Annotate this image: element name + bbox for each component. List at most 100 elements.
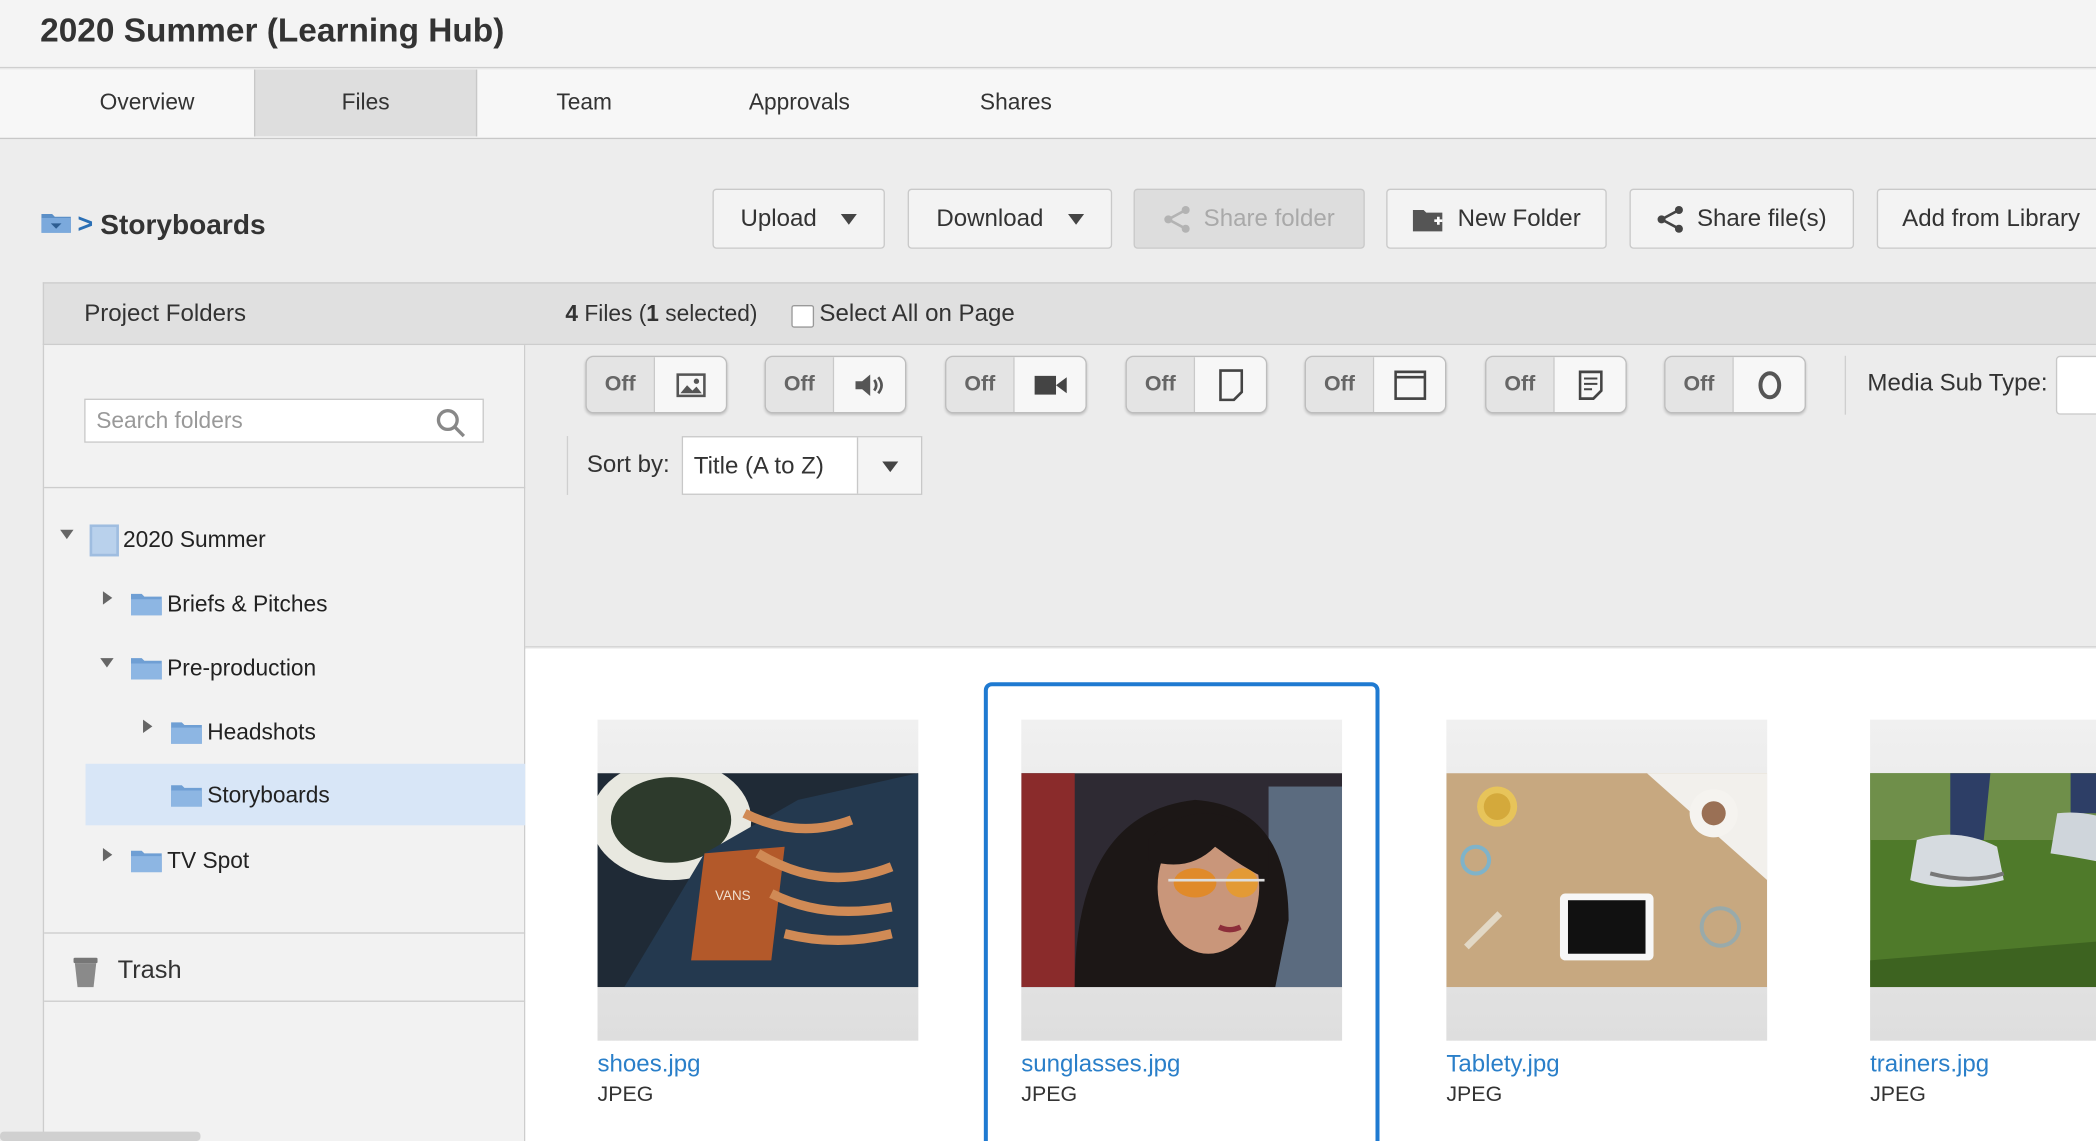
expand-down-icon[interactable] bbox=[60, 529, 74, 540]
share-files-button[interactable]: Share file(s) bbox=[1629, 188, 1855, 249]
share-folder-button[interactable]: Share folder bbox=[1133, 188, 1365, 249]
audio-filter-toggle[interactable]: Off bbox=[764, 355, 907, 414]
trash-icon[interactable] bbox=[73, 956, 98, 988]
select-all-checkbox[interactable] bbox=[791, 304, 815, 328]
video-filter-toggle[interactable]: Off bbox=[945, 355, 1087, 414]
tree-label: Pre-production bbox=[167, 655, 317, 681]
panel-header: Project Folders 4 Files (1 selected) Sel… bbox=[42, 282, 2096, 346]
file-thumbnail[interactable] bbox=[1021, 719, 1343, 1041]
folder-icon bbox=[130, 658, 162, 680]
toggle-state: Off bbox=[1486, 357, 1554, 412]
tab-shares[interactable]: Shares bbox=[908, 70, 1125, 137]
sort-dropdown-button[interactable] bbox=[856, 437, 922, 494]
chevron-down-icon bbox=[1067, 213, 1084, 225]
document-icon bbox=[1218, 368, 1243, 401]
file-grid: VANS shoes.jpg JPEG sunglasses.jpg JPEG … bbox=[525, 648, 2096, 1141]
divider bbox=[44, 932, 526, 934]
file-type: JPEG bbox=[597, 1083, 654, 1107]
portrait-photo bbox=[1021, 773, 1343, 988]
upload-button[interactable]: Upload bbox=[712, 188, 885, 249]
other-filter-toggle[interactable]: Off bbox=[1664, 355, 1806, 414]
download-label: Download bbox=[936, 204, 1044, 232]
file-thumbnail[interactable] bbox=[1870, 719, 2096, 1041]
tree-item-pre-production[interactable]: Pre-production bbox=[44, 637, 525, 699]
selected-count: 1 bbox=[646, 300, 659, 327]
new-folder-icon bbox=[1413, 209, 1443, 231]
share-icon bbox=[1164, 205, 1191, 233]
trainers-photo bbox=[1870, 773, 2096, 988]
search-input[interactable] bbox=[96, 405, 418, 438]
tree-label: Storyboards bbox=[207, 782, 330, 808]
svg-text:VANS: VANS bbox=[715, 888, 750, 903]
folder-sidebar: 2020 Summer Briefs & Pitches Pre-product… bbox=[42, 345, 526, 1141]
file-thumbnail[interactable] bbox=[1446, 719, 1768, 1041]
tree-label: 2020 Summer bbox=[122, 527, 266, 553]
sort-value: Title (A to Z) bbox=[693, 452, 824, 479]
search-icon[interactable] bbox=[434, 407, 466, 439]
tab-team[interactable]: Team bbox=[477, 70, 691, 137]
download-button[interactable]: Download bbox=[907, 188, 1113, 249]
desk-photo bbox=[1446, 773, 1768, 988]
folder-icon[interactable] bbox=[40, 210, 72, 234]
file-card[interactable]: VANS shoes.jpg JPEG bbox=[597, 682, 994, 1141]
tab-files[interactable]: Files bbox=[253, 69, 478, 137]
breadcrumb-separator: > bbox=[77, 210, 94, 240]
image-filter-toggle[interactable]: Off bbox=[585, 355, 728, 414]
app-title: 2020 Summer (Learning Hub) bbox=[40, 12, 505, 50]
share-files-label: Share file(s) bbox=[1696, 204, 1827, 232]
share-folder-label: Share folder bbox=[1203, 204, 1335, 232]
file-name-link[interactable]: Tablety.jpg bbox=[1446, 1050, 1559, 1078]
file-name-link[interactable]: shoes.jpg bbox=[598, 1050, 701, 1078]
file-name-link[interactable]: trainers.jpg bbox=[1870, 1050, 1989, 1078]
image-icon bbox=[675, 372, 706, 397]
tree-item-headshots[interactable]: Headshots bbox=[44, 701, 525, 763]
document-filter-toggle[interactable]: Off bbox=[1125, 355, 1268, 414]
search-folders-field[interactable] bbox=[84, 398, 484, 443]
file-name-link[interactable]: sunglasses.jpg bbox=[1021, 1050, 1180, 1078]
files-word: Files ( bbox=[578, 300, 647, 327]
expand-right-icon[interactable] bbox=[102, 591, 113, 605]
tab-bar: Overview Files Team Approvals Shares bbox=[0, 69, 2096, 140]
sort-by-label: Sort by: bbox=[586, 450, 670, 478]
toggle-state: Off bbox=[1665, 357, 1733, 412]
tree-item-2020-summer[interactable]: 2020 Summer bbox=[44, 508, 525, 570]
file-type: JPEG bbox=[1446, 1083, 1503, 1107]
sort-select[interactable]: Title (A to Z) bbox=[681, 436, 923, 495]
tree-item-briefs-pitches[interactable]: Briefs & Pitches bbox=[44, 573, 525, 635]
tree-item-storyboards[interactable]: Storyboards bbox=[85, 763, 526, 826]
breadcrumb-current: Storyboards bbox=[100, 210, 266, 241]
tree-label: Headshots bbox=[207, 719, 316, 746]
upload-label: Upload bbox=[740, 204, 817, 232]
text-document-icon bbox=[1578, 369, 1603, 400]
chevron-down-icon bbox=[840, 213, 857, 225]
expand-down-icon[interactable] bbox=[100, 658, 114, 668]
new-folder-button[interactable]: New Folder bbox=[1386, 188, 1607, 249]
window-filter-toggle[interactable]: Off bbox=[1304, 355, 1447, 414]
toggle-state: Off bbox=[765, 357, 833, 412]
file-card[interactable]: Tablety.jpg JPEG bbox=[1446, 682, 1842, 1141]
folder-icon bbox=[171, 785, 202, 807]
project-folders-title: Project Folders bbox=[84, 299, 247, 327]
media-sub-type-select[interactable] bbox=[2055, 355, 2096, 415]
trash-label[interactable]: Trash bbox=[118, 956, 182, 985]
toggle-state: Off bbox=[586, 357, 654, 412]
expand-right-icon[interactable] bbox=[143, 719, 153, 734]
select-all-label[interactable]: Select All on Page bbox=[819, 300, 1014, 328]
filter-toolbar: Off Off Off Off Off Off Off Media Sub Ty… bbox=[525, 345, 2096, 648]
title-bar: 2020 Summer (Learning Hub) bbox=[0, 0, 2096, 69]
tab-overview[interactable]: Overview bbox=[40, 70, 254, 137]
toggle-state: Off bbox=[1305, 357, 1373, 412]
file-thumbnail[interactable]: VANS bbox=[597, 719, 919, 1041]
tree-item-tv-spot[interactable]: TV Spot bbox=[44, 829, 525, 891]
add-from-library-button[interactable]: Add from Library bbox=[1876, 188, 2096, 249]
tab-approvals[interactable]: Approvals bbox=[691, 70, 908, 137]
file-card[interactable]: trainers.jpg JPEG bbox=[1870, 682, 2096, 1141]
folder-icon bbox=[171, 722, 202, 744]
horizontal-scrollbar[interactable] bbox=[0, 1131, 201, 1141]
text-document-filter-toggle[interactable]: Off bbox=[1485, 355, 1627, 414]
app-window: 2020 Summer (Learning Hub) Overview File… bbox=[0, 0, 2096, 1141]
expand-right-icon[interactable] bbox=[102, 848, 113, 862]
file-card[interactable]: sunglasses.jpg JPEG bbox=[983, 682, 1380, 1141]
shoe-photo: VANS bbox=[597, 773, 919, 988]
file-type: JPEG bbox=[1021, 1083, 1078, 1107]
